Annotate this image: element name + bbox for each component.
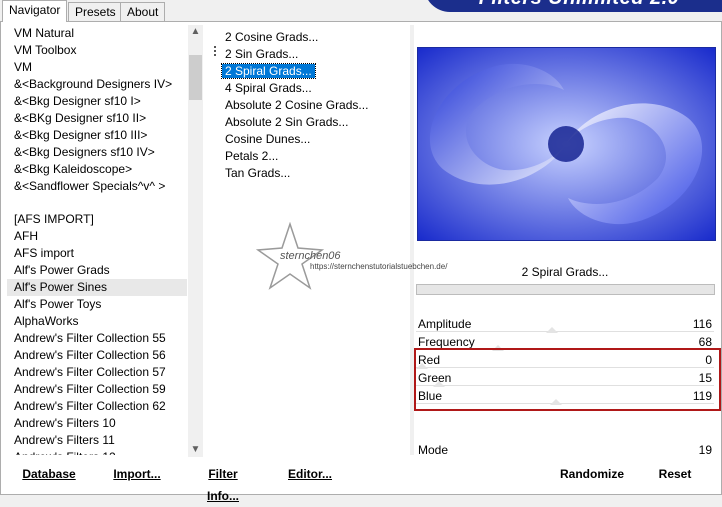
param-value: 116 <box>692 317 712 331</box>
category-item[interactable]: &<Sandflower Specials^v^ > <box>7 178 187 195</box>
editor-button[interactable]: Editor... <box>288 463 332 485</box>
tab-navigator[interactable]: Navigator <box>2 0 68 22</box>
category-item[interactable]: VM Natural <box>7 25 187 42</box>
filter-item-label: 4 Spiral Grads... <box>225 81 312 95</box>
filter-item[interactable]: 4 Spiral Grads... <box>214 80 404 97</box>
category-item[interactable]: &<Bkg Kaleidoscope> <box>7 161 187 178</box>
category-item[interactable]: Andrew's Filters 12 <box>7 449 187 455</box>
filter-item[interactable]: 2 Cosine Grads... <box>214 29 404 46</box>
category-item[interactable]: Andrew's Filter Collection 62 <box>7 398 187 415</box>
scroll-down-icon[interactable]: ▼ <box>188 443 203 457</box>
filter-item-label: Absolute 2 Cosine Grads... <box>225 98 369 112</box>
filter-item-label: Petals 2... <box>225 149 279 163</box>
category-item[interactable]: Alf's Power Sines <box>7 279 187 296</box>
filter-item[interactable]: Cosine Dunes... <box>214 131 404 148</box>
filter-list[interactable]: 2 Cosine Grads... 2 Sin Grads... 2 Spiral … <box>214 29 404 182</box>
scroll-up-icon[interactable]: ▲ <box>188 25 203 39</box>
category-item[interactable]: Andrew's Filter Collection 59 <box>7 381 187 398</box>
drag-grip-icon <box>214 46 220 56</box>
filter-item[interactable]: Absolute 2 Cosine Grads... <box>214 97 404 114</box>
brand-logo: Filters Unlimited 2.0 <box>424 0 722 12</box>
category-item[interactable]: AFH <box>7 228 187 245</box>
category-item[interactable]: &<Bkg Designer sf10 I> <box>7 93 187 110</box>
category-scrollbar[interactable]: ▲ ▼ <box>188 25 203 457</box>
filter-item-label: 2 Spiral Grads... <box>221 63 316 79</box>
progress-bar <box>416 284 715 295</box>
filter-item[interactable]: Absolute 2 Sin Grads... <box>214 114 404 131</box>
import-button[interactable]: Import... <box>112 463 162 485</box>
tab-bar: Navigator Presets About Filters Unlimite… <box>0 0 722 22</box>
category-item[interactable]: &<Bkg Designer sf10 III> <box>7 127 187 144</box>
category-item[interactable]: AFS import <box>7 245 187 262</box>
category-list[interactable]: VM Natural VM Toolbox VM &<Background Desig… <box>7 25 187 455</box>
filter-item-label: 2 Cosine Grads... <box>225 30 319 44</box>
category-separator <box>7 195 187 211</box>
category-item[interactable]: AlphaWorks <box>7 313 187 330</box>
scroll-thumb[interactable] <box>189 55 202 100</box>
category-item[interactable]: Andrew's Filter Collection 55 <box>7 330 187 347</box>
category-item[interactable]: [AFS IMPORT] <box>7 211 187 228</box>
filter-item[interactable]: 2 Spiral Grads... <box>214 63 404 80</box>
category-item[interactable]: Andrew's Filters 11 <box>7 432 187 449</box>
tab-about[interactable]: About <box>120 2 166 21</box>
filter-item-label: Tan Grads... <box>225 166 291 180</box>
filter-item-label: Absolute 2 Sin Grads... <box>225 115 349 129</box>
category-item[interactable]: Andrew's Filter Collection 57 <box>7 364 187 381</box>
mode-param[interactable]: Mode 19 <box>416 443 714 459</box>
spiral-preview-image <box>418 48 715 240</box>
database-button[interactable]: Database <box>21 463 77 485</box>
category-item[interactable]: Andrew's Filter Collection 56 <box>7 347 187 364</box>
category-item[interactable]: Andrew's Filters 10 <box>7 415 187 432</box>
category-item[interactable]: &<Background Designers IV> <box>7 76 187 93</box>
filter-item[interactable]: 2 Sin Grads... <box>214 46 404 63</box>
filter-item[interactable]: Tan Grads... <box>214 165 404 182</box>
rgb-highlight-box <box>414 348 721 411</box>
param-label: Amplitude <box>418 317 472 331</box>
category-item[interactable]: &<Bkg Designers sf10 IV> <box>7 144 187 161</box>
filter-preview <box>417 47 716 241</box>
filter-item[interactable]: Petals 2... <box>214 148 404 165</box>
filter-item-label: 2 Sin Grads... <box>225 47 299 61</box>
mode-value: 19 <box>698 443 712 457</box>
randomize-button[interactable]: Randomize <box>559 463 625 485</box>
category-item[interactable]: VM <box>7 59 187 76</box>
filter-info-button[interactable]: Filter Info... <box>191 463 255 503</box>
category-item[interactable]: Alf's Power Toys <box>7 296 187 313</box>
reset-button[interactable]: Reset <box>657 463 693 485</box>
filter-item-label: Cosine Dunes... <box>225 132 311 146</box>
preview-filter-name: 2 Spiral Grads... <box>521 265 609 279</box>
mode-label: Mode <box>418 443 449 457</box>
category-item[interactable]: Alf's Power Grads <box>7 262 187 279</box>
category-item[interactable]: &<BKg Designer sf10 II> <box>7 110 187 127</box>
category-item[interactable]: VM Toolbox <box>7 42 187 59</box>
tab-presets[interactable]: Presets <box>68 2 123 21</box>
param-slider-amplitude[interactable]: Amplitude 116 <box>416 316 714 334</box>
slider-thumb[interactable] <box>546 327 558 333</box>
